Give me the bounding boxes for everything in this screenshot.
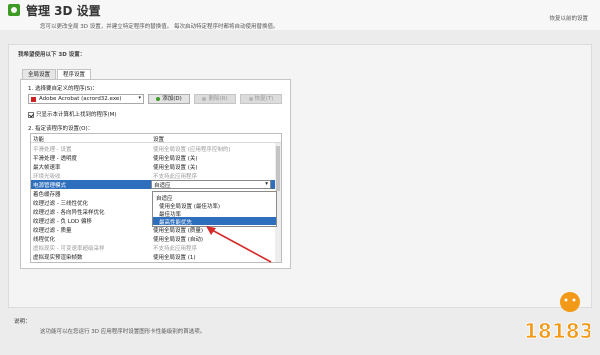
watermark-face-icon <box>560 292 580 312</box>
watermark-logo: 18183 <box>524 292 590 343</box>
annotation-arrow <box>206 226 272 263</box>
arrow-line <box>211 229 272 263</box>
description-text: 这功能可以在您运行 3D 应用程序时设置图形卡性能级别的首选项。 <box>40 329 206 335</box>
description-label: 说明： <box>14 319 31 325</box>
watermark-text: 18183 <box>524 319 590 343</box>
